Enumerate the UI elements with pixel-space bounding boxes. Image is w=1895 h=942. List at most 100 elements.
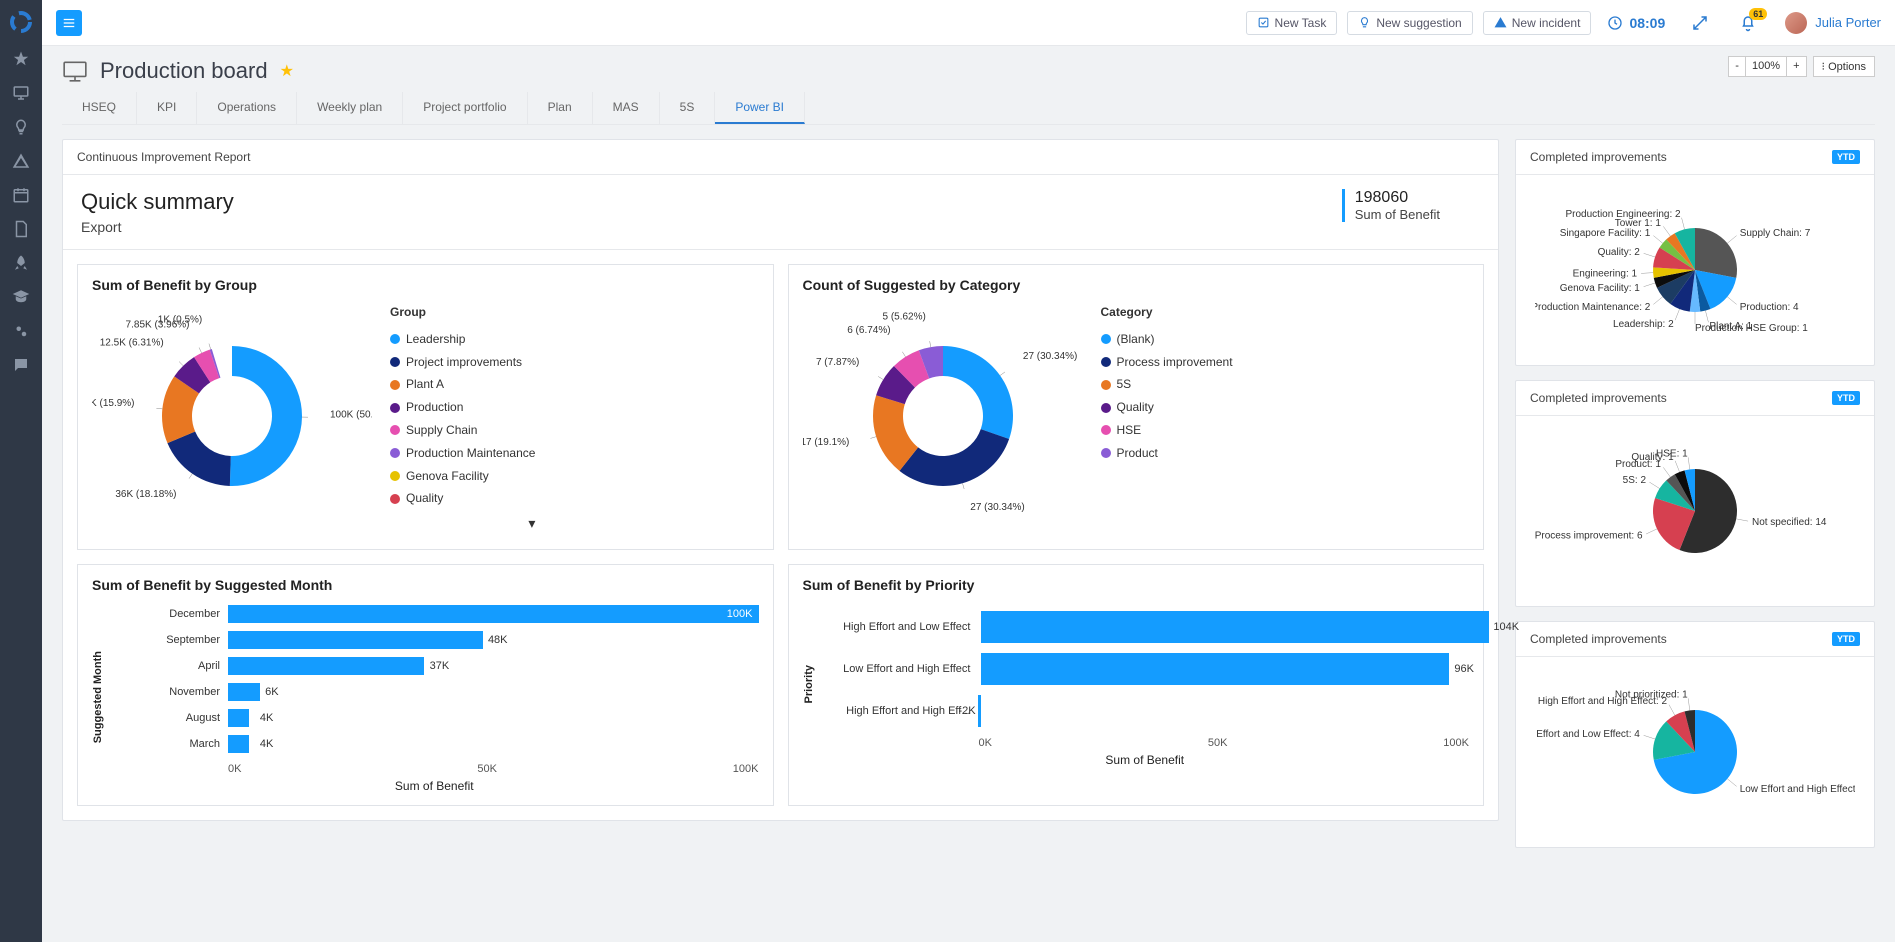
chart3-title: Sum of Benefit by Suggested Month (92, 577, 759, 593)
page-title: Production board (100, 58, 268, 84)
nav-file-icon[interactable] (12, 220, 30, 238)
tab-plan[interactable]: Plan (528, 92, 593, 124)
legend-item[interactable]: Project improvements (390, 351, 535, 374)
legend-item[interactable]: Leadership (390, 328, 535, 351)
legend-item[interactable]: Plant A (390, 373, 535, 396)
svg-text:Not specified: 14: Not specified: 14 (1752, 517, 1827, 528)
svg-text:Not prioritized: 1: Not prioritized: 1 (1615, 689, 1688, 700)
nav-gears-icon[interactable] (12, 322, 30, 340)
donut-chart-group: 100K (50.49%)36K (18.18%)31.5K (15.9%)12… (92, 301, 372, 521)
tab-power-bi[interactable]: Power BI (715, 92, 805, 124)
zoom-value: 100% (1746, 57, 1787, 76)
clock-value: 08:09 (1629, 15, 1665, 31)
svg-text:Production HSE Group: 1: Production HSE Group: 1 (1695, 323, 1808, 334)
tabs: HSEQKPIOperationsWeekly planProject port… (62, 92, 1875, 125)
svg-text:5S: 2: 5S: 2 (1623, 475, 1647, 486)
pie-completed-priority: Low Effort and High Effect: 18Low Effort… (1535, 667, 1855, 837)
tab-hseq[interactable]: HSEQ (62, 92, 137, 124)
summary-subtitle: Export (81, 219, 234, 235)
nav-calendar-icon[interactable] (12, 186, 30, 204)
zoom-out-button[interactable]: - (1729, 57, 1746, 76)
favorite-star-icon[interactable]: ★ (280, 61, 294, 81)
legend-item[interactable]: Production (390, 396, 535, 419)
legend-item[interactable]: Quality (1101, 396, 1233, 419)
pie-completed-category: Not specified: 14 Process improvement: 6 5… (1535, 426, 1855, 596)
donut-chart-category: 27 (30.34%)27 (30.34%)17 (19.1%)7 (7.87%… (803, 301, 1083, 521)
chart-count-by-category: Count of Suggested by Category 27 (30.34… (788, 264, 1485, 550)
svg-text:Process improvement: 6: Process improvement: 6 (1535, 531, 1643, 542)
bar-row: High Effort and Low Effect104K (821, 611, 1470, 643)
tab-weekly-plan[interactable]: Weekly plan (297, 92, 403, 124)
options-button[interactable]: ⁝ Options (1813, 56, 1875, 77)
new-suggestion-label: New suggestion (1376, 16, 1461, 30)
bell-badge: 61 (1749, 8, 1767, 20)
bar-row: Low Effort and High Effect96K (821, 653, 1470, 685)
nav-warning-icon[interactable] (12, 152, 30, 170)
nav-bulb-icon[interactable] (12, 118, 30, 136)
completed-improvements-priority-card: Completed improvements YTD Low Effort an… (1515, 621, 1875, 848)
tab-kpi[interactable]: KPI (137, 92, 197, 124)
new-incident-button[interactable]: New incident (1483, 11, 1592, 35)
tab-mas[interactable]: MAS (593, 92, 660, 124)
completed-improvements-group-card: Completed improvements YTD Supply Chain:… (1515, 139, 1875, 366)
legend-item[interactable]: Supply Chain (390, 419, 535, 442)
svg-text:HSE: 1: HSE: 1 (1656, 448, 1688, 459)
legend-item[interactable]: (Blank) (1101, 328, 1233, 351)
legend-item[interactable]: Quality (390, 487, 535, 510)
completed-title-1: Completed improvements (1530, 150, 1667, 164)
ytd-badge: YTD (1832, 150, 1860, 164)
expand-icon[interactable] (1691, 14, 1709, 32)
bar-row: September48K (110, 631, 759, 649)
svg-text:6 (6.74%): 6 (6.74%) (847, 325, 890, 336)
svg-text:12.5K (6.31%): 12.5K (6.31%) (100, 338, 164, 349)
new-task-button[interactable]: New Task (1246, 11, 1338, 35)
svg-text:Genova Facility: 1: Genova Facility: 1 (1560, 283, 1640, 294)
svg-text:Production: 4: Production: 4 (1740, 302, 1799, 313)
tab-project-portfolio[interactable]: Project portfolio (403, 92, 527, 124)
new-suggestion-button[interactable]: New suggestion (1347, 11, 1472, 35)
completed-title-2: Completed improvements (1530, 391, 1667, 405)
nav-rocket-icon[interactable] (12, 254, 30, 272)
legend-item[interactable]: Genova Facility (390, 465, 535, 488)
tab-5s[interactable]: 5S (660, 92, 716, 124)
svg-text:31.5K (15.9%): 31.5K (15.9%) (92, 398, 135, 409)
nav-monitor-icon[interactable] (12, 84, 30, 102)
y-axis-priority: Priority (803, 665, 815, 704)
new-task-label: New Task (1275, 16, 1327, 30)
chart-benefit-by-priority: Sum of Benefit by Priority Priority High… (788, 564, 1485, 806)
bell-icon[interactable]: 61 (1739, 14, 1757, 32)
svg-text:100K (50.49%): 100K (50.49%) (330, 410, 372, 421)
chart4-title: Sum of Benefit by Priority (803, 577, 1470, 593)
legend-item[interactable]: Process improvement (1101, 351, 1233, 374)
svg-text:1K (0.5%): 1K (0.5%) (158, 315, 202, 326)
chart2-title: Count of Suggested by Category (803, 277, 1470, 293)
chart-benefit-by-group: Sum of Benefit by Group 100K (50.49%)36K… (77, 264, 774, 550)
bar-row: December100K (110, 605, 759, 623)
tab-operations[interactable]: Operations (197, 92, 297, 124)
legend1-title: Group (390, 301, 535, 324)
kpi-value: 198060 (1355, 189, 1440, 207)
completed-improvements-category-card: Completed improvements YTD Not specified… (1515, 380, 1875, 607)
legend-expand-icon[interactable]: ▾ (390, 510, 535, 537)
bar-row: March4K (110, 735, 759, 753)
zoom-in-button[interactable]: + (1787, 57, 1805, 76)
svg-text:Low Effort and Low Effect: 4: Low Effort and Low Effect: 4 (1535, 729, 1640, 740)
nav-chat-icon[interactable] (12, 356, 30, 374)
nav-graduation-icon[interactable] (12, 288, 30, 306)
bar-row: High Effort and High Eff...-2K (821, 695, 1470, 727)
chart1-title: Sum of Benefit by Group (92, 277, 759, 293)
svg-text:7 (7.87%): 7 (7.87%) (815, 357, 858, 368)
legend-item[interactable]: Production Maintenance (390, 442, 535, 465)
x-axis-label-2: Sum of Benefit (821, 753, 1470, 767)
svg-text:Leadership: 2: Leadership: 2 (1613, 319, 1674, 330)
svg-text:5 (5.62%): 5 (5.62%) (882, 312, 925, 323)
left-sidebar (0, 0, 42, 942)
topbar: New Task New suggestion New incident 08:… (42, 0, 1895, 46)
nav-star-icon[interactable] (12, 50, 30, 68)
hamburger-menu-button[interactable] (56, 10, 82, 36)
legend-item[interactable]: HSE (1101, 419, 1233, 442)
legend-item[interactable]: 5S (1101, 373, 1233, 396)
legend-item[interactable]: Product (1101, 442, 1233, 465)
user-menu[interactable]: Julia Porter (1785, 12, 1881, 34)
bar-row: November6K (110, 683, 759, 701)
